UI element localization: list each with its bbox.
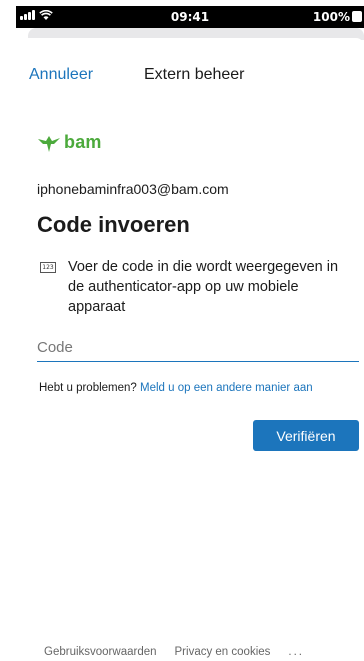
bam-logo: bam — [37, 132, 102, 153]
account-email: iphonebaminfra003@bam.com — [37, 181, 229, 197]
battery-percentage: 100% — [312, 10, 350, 24]
nav-title: Extern beheer — [144, 66, 245, 83]
more-options-button[interactable]: ... — [288, 646, 304, 658]
status-time: 09:41 — [170, 10, 210, 24]
cancel-button[interactable]: Annuleer — [29, 66, 93, 84]
navigation-bar: Annuleer Extern beheer — [16, 60, 364, 90]
privacy-link[interactable]: Privacy en cookies — [175, 646, 271, 658]
code-input[interactable] — [37, 334, 359, 362]
logo-text: bam — [64, 132, 102, 152]
alternate-signin-link[interactable]: Meld u op een andere manier aan — [140, 382, 313, 394]
footer: Gebruiksvoorwaarden Privacy en cookies .… — [44, 646, 304, 658]
trouble-line: Hebt u problemen? Meld u op een andere m… — [39, 382, 313, 394]
battery-icon — [352, 11, 362, 22]
page-title: Code invoeren — [37, 212, 190, 237]
keypad-icon: 123 — [40, 262, 56, 273]
trouble-text: Hebt u problemen? — [39, 382, 137, 394]
instruction-text: Voer de code in die wordt weergegeven in… — [68, 259, 339, 315]
bam-bird-icon — [38, 135, 60, 152]
verify-button[interactable]: Verifiëren — [253, 420, 359, 451]
terms-link[interactable]: Gebruiksvoorwaarden — [44, 646, 157, 658]
status-bar: 09:41 100% — [16, 6, 364, 28]
